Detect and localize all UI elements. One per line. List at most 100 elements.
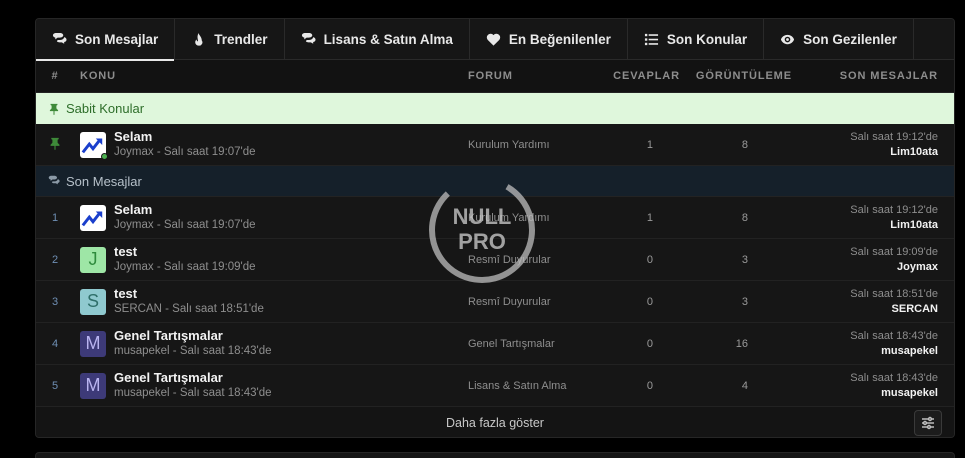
forum-link[interactable]: Kurulum Yardımı [468,212,588,224]
row-number: 5 [51,379,59,392]
topic-meta[interactable]: musapekel - Salı saat 18:43'de [114,386,272,401]
last-post-user[interactable]: Joymax [897,260,938,275]
row-number: 3 [51,295,59,308]
table-row: 5 M Genel Tartışmalar musapekel - Salı saat… [36,365,954,407]
views-count: 4 [741,379,748,392]
avatar[interactable]: S [80,288,106,315]
last-post-time[interactable]: Salı saat 19:09'de [850,245,938,260]
last-post: Salı saat 18:43'de musapekel [792,329,954,359]
section-recent: Son Mesajlar [36,166,954,197]
forum-link[interactable]: Kurulum Yardımı [468,139,588,151]
topic-title[interactable]: test [114,244,256,260]
topic-title[interactable]: Genel Tartışmalar [114,370,272,386]
avatar[interactable]: J [80,246,106,273]
avatar[interactable] [80,131,108,160]
views-count: 16 [735,337,748,350]
section-label: Son Mesajlar [66,173,142,189]
topic-meta[interactable]: Joymax - Salı saat 19:07'de [114,218,256,233]
last-post-time[interactable]: Salı saat 18:43'de [850,371,938,386]
table-row: 3 Stest SERCAN - Salı saat 18:51'de Resmî D… [36,281,954,323]
tab-lisans-satin-alma[interactable]: Lisans & Satın Alma [285,19,470,60]
last-post-user[interactable]: Lim10ata [890,218,938,233]
tab-son-mesajlar[interactable]: Son Mesajlar [36,19,176,61]
filter-button[interactable] [914,410,942,436]
col-num: # [51,70,59,82]
row-pin [36,137,74,153]
tab-son-konular[interactable]: Son Konular [628,19,765,60]
pin-icon [49,103,59,115]
views-count: 3 [741,253,748,266]
table-row: 4 M Genel Tartışmalar musapekel - Salı saat… [36,323,954,365]
row-topic: Stest SERCAN - Salı saat 18:51'de [74,286,468,317]
topic-meta[interactable]: SERCAN - Salı saat 18:51'de [114,302,264,317]
replies-count: 1 [646,211,653,224]
topic-title[interactable]: Selam [114,129,256,145]
col-topic[interactable]: KONU [74,70,468,82]
topic-meta[interactable]: Joymax - Salı saat 19:07'de [114,145,256,160]
sliders-icon [922,416,934,430]
forum-link[interactable]: Genel Tartışmalar [468,338,588,350]
row-number: 2 [51,253,59,266]
tab-label: Son Gezilenler [803,32,897,47]
tab-trendler[interactable]: Trendler [175,19,285,60]
last-post-user[interactable]: SERCAN [892,302,938,317]
topic-title[interactable]: Selam [114,202,256,218]
replies-count: 0 [646,379,653,392]
avatar[interactable] [80,204,106,231]
col-forum[interactable]: FORUM [468,70,588,82]
last-post: Salı saat 18:43'de musapekel [792,371,954,401]
avatar[interactable]: M [80,372,106,399]
last-post-time[interactable]: Salı saat 19:12'de [850,130,938,145]
topic-meta[interactable]: musapekel - Salı saat 18:43'de [114,344,272,359]
row-topic: M Genel Tartışmalar musapekel - Salı saat … [74,328,468,359]
show-more-link[interactable]: Daha fazla göster [446,416,544,430]
avatar-letter: S [86,291,99,311]
avatar-letter: J [88,249,98,269]
pin-icon [50,137,60,150]
last-post: Salı saat 19:12'de Lim10ata [792,203,954,233]
last-post-time[interactable]: Salı saat 19:12'de [850,203,938,218]
table-footer: Daha fazla göster [36,407,954,437]
tab-en-begenilenler[interactable]: En Beğenilenler [470,19,628,60]
col-replies[interactable]: CEVAPLAR [588,70,680,82]
tab-label: Son Konular [666,32,748,47]
avatar-letter: M [85,333,101,353]
heart-icon [486,33,501,46]
forum-link[interactable]: Resmî Duyurular [468,254,588,266]
table-row: 1 Selam Joymax - Salı saat 19:07'de Kurulum… [36,197,954,239]
latest-posts-widget: Son Mesajlar Trendler Lisans & Satın Alm… [35,18,955,438]
tab-label: Lisans & Satın Alma [323,32,453,47]
next-widget-edge [35,452,955,458]
tab-label: Trendler [214,32,268,47]
col-views[interactable]: GÖRÜNTÜLEME [680,70,792,82]
avatar[interactable]: M [80,330,106,357]
replies-count: 1 [646,138,653,151]
topic-title[interactable]: Genel Tartışmalar [114,328,272,344]
forum-link[interactable]: Resmî Duyurular [468,296,588,308]
last-post: Salı saat 19:12'de Lim10ata [792,130,954,160]
last-post-user[interactable]: musapekel [881,344,938,359]
last-post-user[interactable]: Lim10ata [890,145,938,160]
col-last-posts[interactable]: SON MESAJLAR [792,70,954,82]
row-number: 4 [51,337,59,350]
tab-label: En Beğenilenler [508,32,611,47]
forum-link[interactable]: Lisans & Satın Alma [468,380,588,392]
eye-icon [781,34,795,45]
recent-rows: 1 Selam Joymax - Salı saat 19:07'de Kurulum… [36,197,954,407]
last-post-time[interactable]: Salı saat 18:43'de [850,329,938,344]
list-icon [644,33,658,46]
last-post-user[interactable]: musapekel [881,386,938,401]
tab-label: Son Mesajlar [75,32,159,47]
table-row: Selam Joymax - Salı saat 19:07'de Kurulu… [36,124,954,166]
topic-meta[interactable]: Joymax - Salı saat 19:09'de [114,260,256,275]
section-sticky: Sabit Konular [36,93,954,124]
last-post-time[interactable]: Salı saat 18:51'de [850,287,938,302]
topic-title[interactable]: test [114,286,264,302]
comments-icon [52,32,67,44]
trend-logo-icon [81,211,103,226]
row-number: 1 [51,211,59,224]
tab-son-gezilenler[interactable]: Son Gezilenler [764,19,914,60]
table-row: 2 Jtest Joymax - Salı saat 19:09'de Resmî D… [36,239,954,281]
replies-count: 0 [646,295,653,308]
row-topic: Selam Joymax - Salı saat 19:07'de [74,202,468,233]
